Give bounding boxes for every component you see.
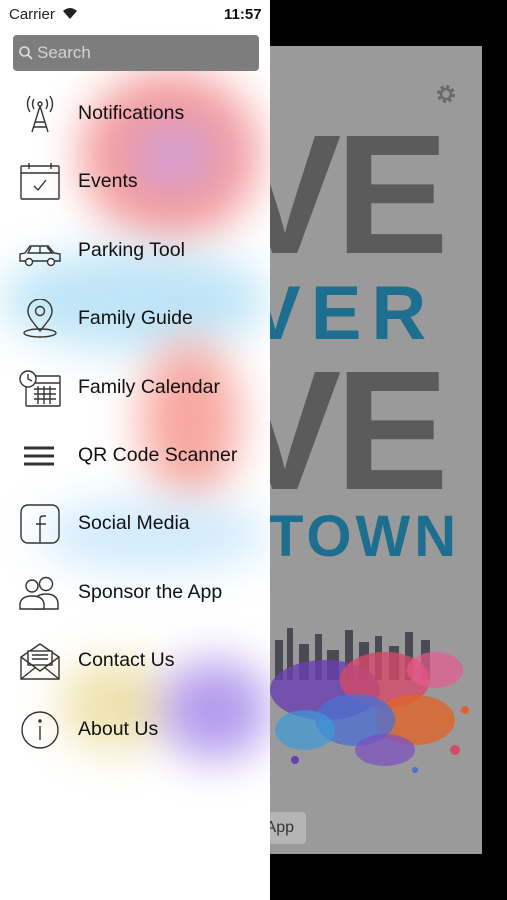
facebook-icon xyxy=(20,504,60,545)
clock-time: 11:57 xyxy=(224,6,262,23)
info-icon xyxy=(21,710,59,749)
calendar-clock-icon xyxy=(19,369,61,407)
menu-item-about-us[interactable]: About Us xyxy=(0,696,270,764)
map-pin-icon xyxy=(23,299,57,338)
menu-item-contact-us[interactable]: Contact Us xyxy=(0,627,270,695)
antenna-icon xyxy=(26,95,54,133)
car-icon xyxy=(19,245,61,266)
menu-item-sponsor-the-app[interactable]: Sponsor the App xyxy=(0,559,270,627)
menu-label: Social Media xyxy=(78,512,190,535)
menu-label: Parking Tool xyxy=(78,238,185,261)
menu-label: QR Code Scanner xyxy=(78,443,238,466)
menu-label: Events xyxy=(78,170,138,193)
side-drawer: Notifications Events xyxy=(0,0,270,900)
drawer-menu: Notifications Events Parking Tool Family… xyxy=(0,80,270,764)
wifi-icon xyxy=(63,8,77,19)
users-icon xyxy=(19,576,59,610)
search-input[interactable] xyxy=(37,35,247,71)
menu-item-events[interactable]: Events xyxy=(0,148,270,216)
menu-label: About Us xyxy=(78,717,159,740)
menu-item-family-guide[interactable]: Family Guide xyxy=(0,285,270,353)
city-skyline-art xyxy=(270,628,469,773)
envelope-icon xyxy=(20,643,60,680)
app-screen: VE VER VE TOWN App Search Notifications … xyxy=(0,0,507,900)
menu-label: Family Guide xyxy=(78,307,193,330)
menu-item-family-calendar[interactable]: Family Calendar xyxy=(0,354,270,422)
menu-label: Sponsor the App xyxy=(78,580,223,603)
menu-item-parking-tool[interactable]: Parking Tool xyxy=(0,217,270,285)
menu-label: Family Calendar xyxy=(78,375,220,398)
menu-label: Notifications xyxy=(78,102,185,124)
menu-item-qr-code-scanner[interactable]: QR Code Scanner xyxy=(0,422,270,490)
menu-item-notifications[interactable]: Notifications xyxy=(0,80,270,148)
search-bar[interactable] xyxy=(13,35,259,71)
hero-text-line-4: TOWN xyxy=(268,504,461,569)
menu-item-social-media[interactable]: Social Media xyxy=(0,490,270,558)
calendar-check-icon xyxy=(20,163,60,201)
carrier-label: Carrier xyxy=(9,6,55,23)
search-icon xyxy=(19,46,33,60)
hamburger-icon xyxy=(24,446,54,466)
status-bar: Carrier 11:57 xyxy=(0,0,507,28)
menu-label: Contact Us xyxy=(78,649,175,672)
